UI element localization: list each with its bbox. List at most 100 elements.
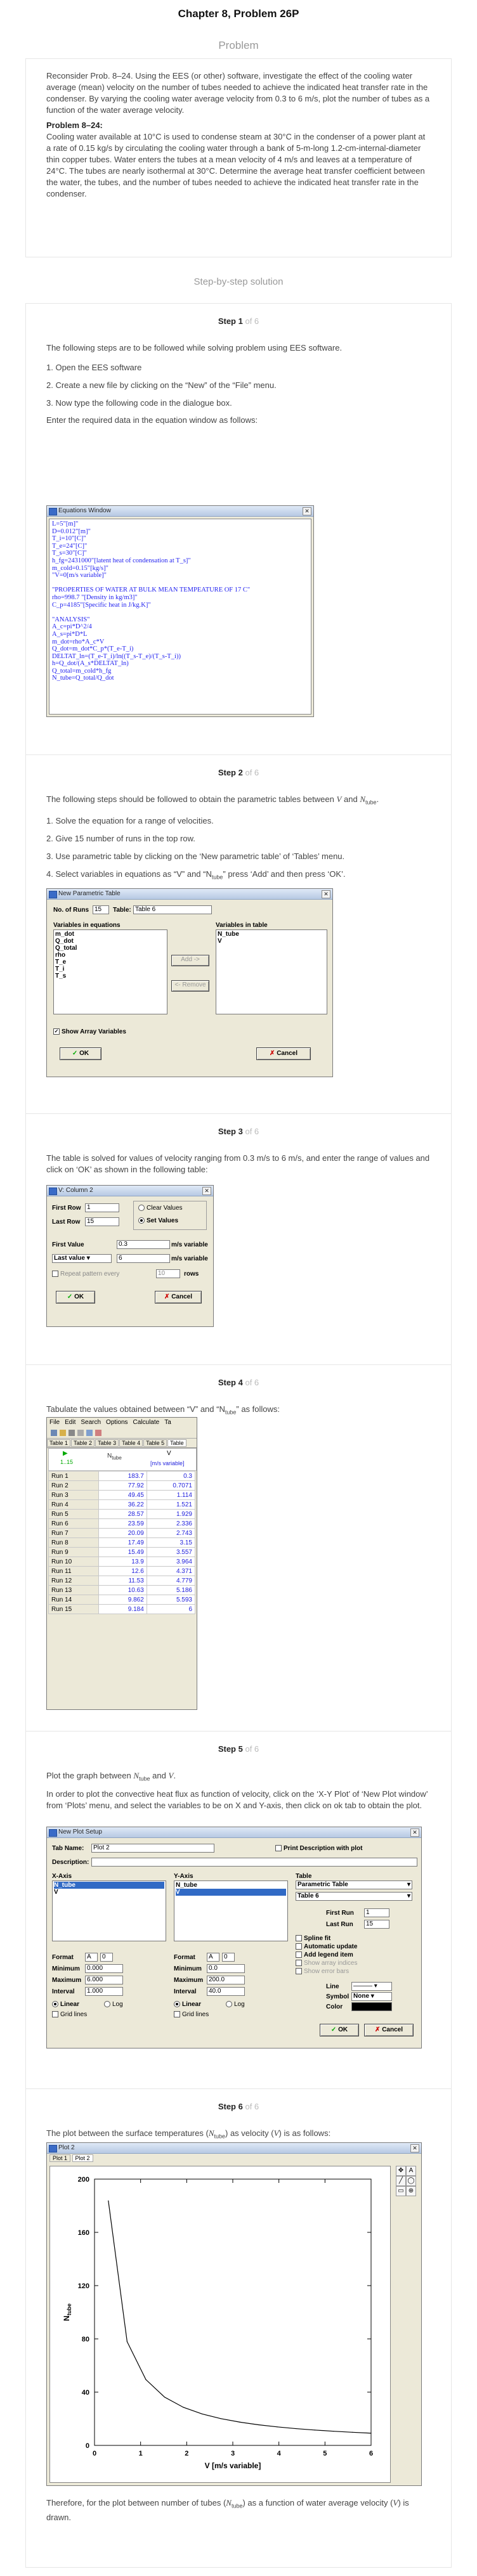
- parametric-table-window[interactable]: File Edit Search Options Calculate Ta Table 1…: [46, 1417, 197, 1710]
- circle-tool-icon[interactable]: ◯: [406, 2176, 416, 2186]
- last-run-input[interactable]: 15: [364, 1920, 389, 1929]
- cell-velocity[interactable]: 6: [146, 1604, 196, 1614]
- cell-n-tube[interactable]: 17.49: [98, 1537, 147, 1548]
- code-editor[interactable]: L=5"[m]" D=0.012"[m]" T_i=10"[C]" T_e=24"[C…: [49, 519, 311, 715]
- table-row[interactable]: Run 13 10.63 5.186: [48, 1585, 196, 1595]
- y-log-radio[interactable]: Log: [226, 2001, 245, 2008]
- show-array-indices-checkbox[interactable]: Show array indices: [296, 1960, 357, 1967]
- zoom-icon[interactable]: ⊕: [406, 2186, 416, 2196]
- table-row[interactable]: Run 14 9.862 5.593: [48, 1595, 196, 1605]
- table-row[interactable]: Run 5 28.57 1.929: [48, 1509, 196, 1519]
- show-error-bars-checkbox[interactable]: Show error bars: [296, 1968, 349, 1975]
- first-run-input[interactable]: 1: [364, 1908, 389, 1917]
- x-interval-input[interactable]: 1.000: [85, 1987, 123, 1996]
- cell-n-tube[interactable]: 13.9: [98, 1557, 147, 1567]
- list-item[interactable]: T_e: [55, 959, 166, 966]
- code-line[interactable]: "PROPERTIES OF WATER AT BULK MEAN TEMPEA…: [52, 586, 308, 594]
- cell-velocity[interactable]: 1.929: [146, 1509, 196, 1519]
- cell-velocity[interactable]: 2.336: [146, 1518, 196, 1529]
- print-description-checkbox[interactable]: Print Description with plot: [275, 1845, 362, 1852]
- ok-button[interactable]: ✓ OK: [320, 2024, 359, 2036]
- list-item[interactable]: Q_dot: [55, 938, 166, 945]
- table-tab[interactable]: Table 2: [71, 1439, 95, 1447]
- code-line[interactable]: L=5"[m]": [52, 521, 308, 528]
- automatic-update-checkbox[interactable]: Automatic update: [296, 1943, 357, 1950]
- code-line[interactable]: T_i=10"[C]": [52, 535, 308, 543]
- y-format-select[interactable]: A: [207, 1953, 219, 1962]
- code-line[interactable]: T_e=24"[C]": [52, 543, 308, 550]
- x-format-select[interactable]: A: [85, 1953, 98, 1962]
- code-line[interactable]: "ANALYSIS": [52, 616, 308, 624]
- code-line[interactable]: N_tube=Q_total/Q_dot: [52, 675, 308, 682]
- new-plot-setup-window[interactable]: New Plot Setup ✕ Tab Name: Plot 2 Print D…: [46, 1827, 422, 2049]
- tab-plot-1[interactable]: Plot 1: [49, 2154, 71, 2162]
- menu-item[interactable]: Edit: [65, 1419, 75, 1426]
- cell-velocity[interactable]: 0.3: [146, 1471, 196, 1481]
- y-max-input[interactable]: 200.0: [207, 1976, 245, 1984]
- table-row[interactable]: Run 4 36.22 1.521: [48, 1499, 196, 1510]
- last-row-input[interactable]: 15: [85, 1217, 119, 1226]
- y-min-input[interactable]: 0.0: [207, 1964, 245, 1973]
- line-style-select[interactable]: ——— ▾: [351, 1982, 392, 1991]
- runs-input[interactable]: 15: [93, 905, 109, 914]
- y-grid-checkbox[interactable]: Grid lines: [174, 2011, 209, 2018]
- cell-velocity[interactable]: 5.593: [146, 1595, 196, 1605]
- repeat-checkbox[interactable]: Repeat pattern every: [52, 1271, 119, 1278]
- cell-n-tube[interactable]: 77.92: [98, 1480, 147, 1491]
- cell-n-tube[interactable]: 28.57: [98, 1509, 147, 1519]
- code-line[interactable]: DELTAT_ln=(T_e-T_i)/ln((T_s-T_e)/(T_s-T_…: [52, 653, 308, 661]
- code-line[interactable]: Q_dot=m_dot*C_p*(T_e-T_i): [52, 645, 308, 653]
- x-format-digits[interactable]: 0: [100, 1953, 113, 1962]
- menu-item[interactable]: Options: [106, 1419, 127, 1426]
- close-icon[interactable]: ✕: [202, 1187, 211, 1195]
- new-parametric-table-window[interactable]: New Parametric Table ✕ No. of Runs 15 Tab…: [46, 888, 333, 1077]
- x-linear-radio[interactable]: Linear: [52, 2001, 79, 2008]
- clear-values-radio[interactable]: Clear Values: [138, 1205, 183, 1212]
- code-line[interactable]: "V=0[m/s variable]": [52, 572, 308, 579]
- symbol-select[interactable]: None ▾: [351, 1992, 392, 2001]
- code-line[interactable]: T_s=30"[C]": [52, 550, 308, 557]
- cell-n-tube[interactable]: 12.6: [98, 1566, 147, 1576]
- code-line[interactable]: m_dot=rho*A_c*V: [52, 638, 308, 646]
- code-line[interactable]: [52, 579, 308, 587]
- list-item[interactable]: V: [218, 938, 325, 945]
- code-line[interactable]: m_cold=0.15"[kg/s]": [52, 565, 308, 573]
- cell-velocity[interactable]: 3.15: [146, 1537, 196, 1548]
- x-log-radio[interactable]: Log: [104, 2001, 123, 2008]
- menu-item[interactable]: Search: [81, 1419, 101, 1426]
- plot-icon[interactable]: [95, 1430, 101, 1436]
- table-row[interactable]: Run 10 13.9 3.964: [48, 1557, 196, 1567]
- list-item[interactable]: Q_total: [55, 945, 166, 952]
- show-array-checkbox[interactable]: ✓ Show Array Variables: [53, 1028, 126, 1035]
- list-item[interactable]: T_i: [55, 966, 166, 973]
- table-select[interactable]: Table 6 ▾: [296, 1892, 412, 1901]
- remove-button[interactable]: <- Remove: [171, 980, 209, 992]
- rect-tool-icon[interactable]: ▭: [396, 2186, 406, 2196]
- copy-icon[interactable]: [77, 1430, 84, 1436]
- table-row[interactable]: Run 7 20.09 2.743: [48, 1528, 196, 1538]
- y-interval-input[interactable]: 40.0: [207, 1987, 245, 1996]
- cell-n-tube[interactable]: 23.59: [98, 1518, 147, 1529]
- add-button[interactable]: Add ->: [171, 955, 209, 966]
- list-item[interactable]: m_dot: [55, 931, 166, 938]
- close-icon[interactable]: ✕: [322, 890, 330, 898]
- repeat-input[interactable]: 10: [156, 1269, 180, 1278]
- cell-n-tube[interactable]: 9.184: [98, 1604, 147, 1614]
- cell-n-tube[interactable]: 36.22: [98, 1499, 147, 1510]
- table-icon[interactable]: [86, 1430, 93, 1436]
- code-line[interactable]: D=0.012"[m]": [52, 528, 308, 536]
- print-icon[interactable]: [69, 1430, 75, 1436]
- cell-velocity[interactable]: 1.114: [146, 1490, 196, 1500]
- x-axis-variable-list[interactable]: N_tube V: [52, 1880, 166, 1941]
- code-line[interactable]: A_s=pi*D*L: [52, 631, 308, 638]
- cell-velocity[interactable]: 3.964: [146, 1557, 196, 1567]
- cell-n-tube[interactable]: 49.45: [98, 1490, 147, 1500]
- x-grid-checkbox[interactable]: Grid lines: [52, 2011, 87, 2018]
- x-min-input[interactable]: 0.000: [85, 1964, 123, 1973]
- first-value-input[interactable]: 0.3: [117, 1240, 170, 1249]
- cancel-button[interactable]: ✗ Cancel: [364, 2024, 414, 2036]
- code-line[interactable]: h=Q_dot/(A_s*DELTAT_ln): [52, 660, 308, 668]
- ok-button[interactable]: ✓ OK: [56, 1291, 95, 1304]
- code-line[interactable]: [52, 609, 308, 616]
- first-row-input[interactable]: 1: [85, 1203, 119, 1212]
